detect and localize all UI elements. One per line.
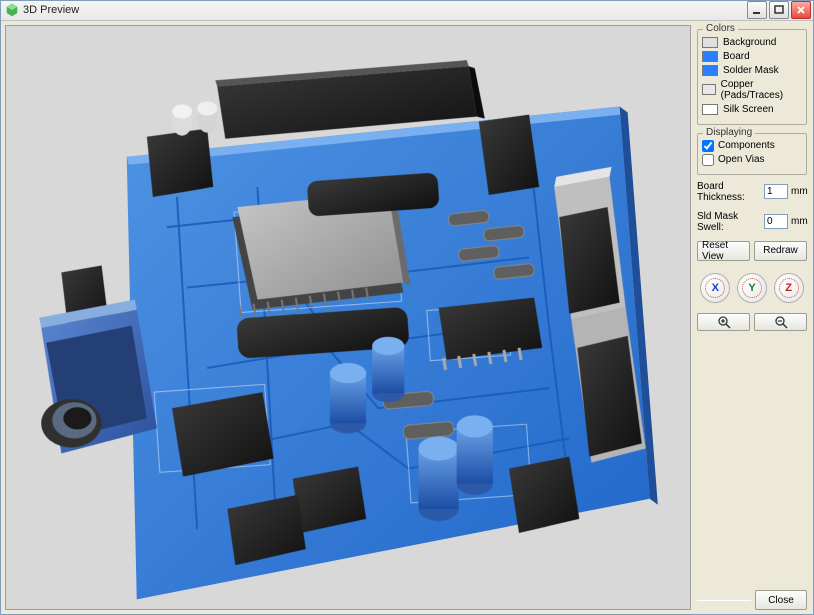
board-thickness-row: Board Thickness: mm	[697, 181, 807, 203]
zoom-in-icon	[717, 315, 731, 329]
check-row-openvias: Open Vias	[702, 154, 802, 166]
color-label: Background	[723, 37, 776, 48]
color-label: Board	[723, 51, 750, 62]
board-thickness-input[interactable]	[764, 184, 788, 199]
swatch-board[interactable]	[702, 51, 718, 62]
check-row-components: Components	[702, 140, 802, 152]
color-row-copper: Copper (Pads/Traces)	[702, 79, 802, 101]
app-icon	[5, 3, 19, 17]
openvias-label[interactable]: Open Vias	[718, 154, 765, 165]
pcb-render	[6, 26, 690, 609]
zoom-controls	[697, 313, 807, 331]
close-row: Close	[697, 590, 807, 610]
displaying-legend: Displaying	[703, 127, 755, 138]
colors-group: Colors Background Board Solder Mask Copp…	[697, 29, 807, 125]
zoom-in-button[interactable]	[697, 313, 750, 331]
swatch-soldermask[interactable]	[702, 65, 718, 76]
zoom-out-icon	[774, 315, 788, 329]
content-area: Colors Background Board Solder Mask Copp…	[1, 21, 813, 614]
swatch-silkscreen[interactable]	[702, 104, 718, 115]
zoom-out-button[interactable]	[754, 313, 807, 331]
axis-z-button[interactable]: Z	[774, 273, 804, 303]
maximize-button[interactable]	[769, 1, 789, 19]
axis-x-button[interactable]: X	[700, 273, 730, 303]
minimize-button[interactable]	[747, 1, 767, 19]
mask-swell-row: Sld Mask Swell: mm	[697, 211, 807, 233]
color-row-background: Background	[702, 37, 802, 48]
mask-swell-unit: mm	[791, 216, 807, 227]
color-row-soldermask: Solder Mask	[702, 65, 802, 76]
components-checkbox[interactable]	[702, 140, 714, 152]
divider	[697, 600, 751, 601]
side-panel: Colors Background Board Solder Mask Copp…	[695, 21, 813, 614]
openvias-checkbox[interactable]	[702, 154, 714, 166]
displaying-group: Displaying Components Open Vias	[697, 133, 807, 175]
window-controls	[747, 1, 811, 19]
components-label[interactable]: Components	[718, 140, 775, 151]
axis-controls: X Y Z	[697, 273, 807, 303]
color-label: Silk Screen	[723, 104, 774, 115]
color-row-board: Board	[702, 51, 802, 62]
close-button[interactable]: Close	[755, 590, 807, 610]
color-label: Solder Mask	[723, 65, 779, 76]
axis-y-button[interactable]: Y	[737, 273, 767, 303]
close-window-button[interactable]	[791, 1, 811, 19]
viewport-3d[interactable]	[5, 25, 691, 610]
window-title: 3D Preview	[23, 4, 747, 16]
mask-swell-input[interactable]	[764, 214, 788, 229]
spacer	[697, 337, 807, 586]
colors-legend: Colors	[703, 23, 738, 34]
color-row-silkscreen: Silk Screen	[702, 104, 802, 115]
swatch-background[interactable]	[702, 37, 718, 48]
titlebar: 3D Preview	[1, 1, 813, 21]
redraw-button[interactable]: Redraw	[754, 241, 807, 261]
view-buttons-row: Reset View Redraw	[697, 241, 807, 261]
app-window: 3D Preview	[0, 0, 814, 615]
mask-swell-label: Sld Mask Swell:	[697, 211, 761, 233]
swatch-copper[interactable]	[702, 84, 716, 95]
reset-view-button[interactable]: Reset View	[697, 241, 750, 261]
board-thickness-label: Board Thickness:	[697, 181, 761, 203]
board-thickness-unit: mm	[791, 186, 807, 197]
color-label: Copper (Pads/Traces)	[721, 79, 802, 101]
